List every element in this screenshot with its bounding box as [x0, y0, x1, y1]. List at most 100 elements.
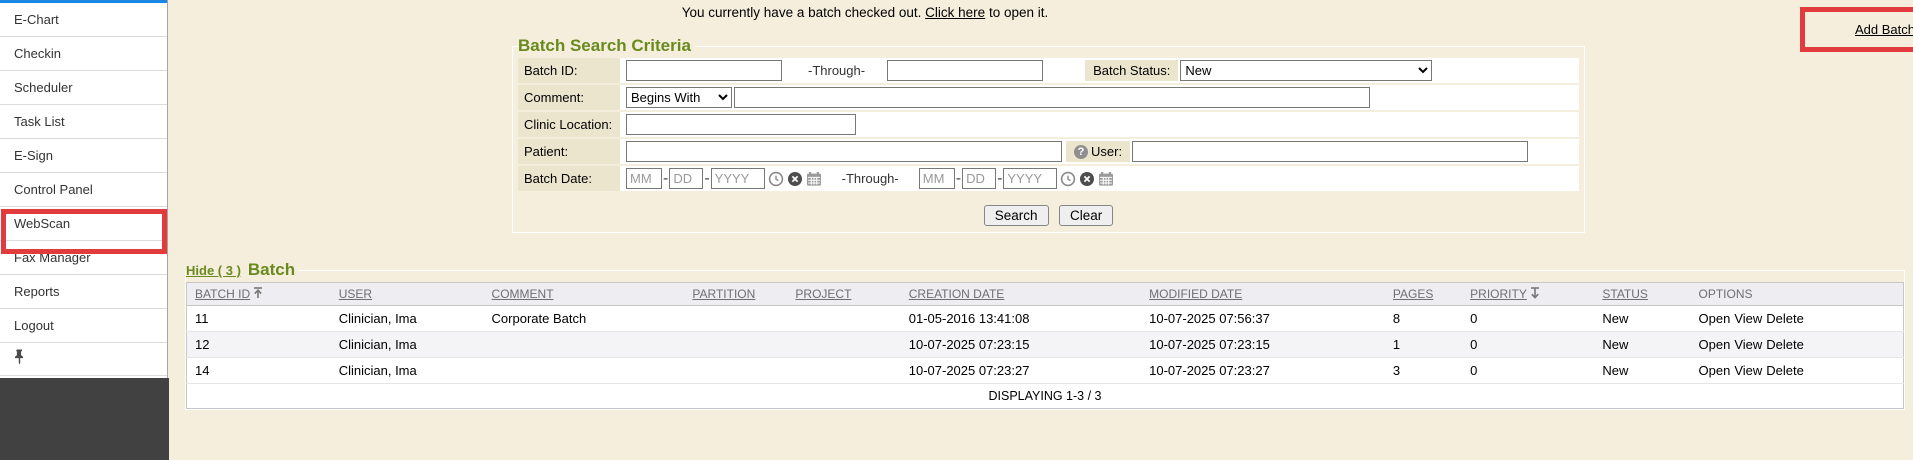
column-header-comment[interactable]: COMMENT: [484, 283, 685, 306]
date-from-mm-input[interactable]: [626, 168, 662, 189]
cell-modified-date: 10-07-2025 07:23:27: [1141, 358, 1385, 384]
cell-project: [787, 306, 900, 332]
batch-id-label: Batch ID:: [518, 58, 620, 83]
sidebar-item-control-panel[interactable]: Control Panel: [0, 173, 167, 207]
cell-batch-id: 14: [187, 358, 331, 384]
hide-link[interactable]: Hide ( 3 ): [186, 263, 241, 278]
patient-input[interactable]: [626, 141, 1062, 162]
batch-status-select[interactable]: New: [1180, 60, 1432, 81]
column-header-project[interactable]: PROJECT: [787, 283, 900, 306]
checkout-open-link[interactable]: Click here: [925, 5, 985, 20]
column-header-priority[interactable]: PRIORITY: [1462, 283, 1594, 306]
batch-date-row: Batch Date: - - -Through- - -: [518, 166, 1579, 191]
delete-option-link[interactable]: Delete: [1766, 311, 1804, 326]
cell-creation-date: 10-07-2025 07:23:27: [901, 358, 1141, 384]
sidebar-item-reports[interactable]: Reports: [0, 275, 167, 309]
sidebar-item-task-list[interactable]: Task List: [0, 105, 167, 139]
view-option-link[interactable]: View: [1734, 311, 1762, 326]
sidebar-item-logout[interactable]: Logout: [0, 309, 167, 343]
batch-status-label: Batch Status:: [1085, 60, 1178, 81]
date-dash: -: [956, 170, 961, 188]
checkout-message-tail: to open it.: [985, 5, 1048, 20]
pin-row[interactable]: [0, 343, 167, 376]
through-label: -Through-: [808, 63, 865, 78]
sidebar-item-e-sign[interactable]: E-Sign: [0, 139, 167, 173]
view-option-link[interactable]: View: [1734, 337, 1762, 352]
cell-project: [787, 332, 900, 358]
help-icon[interactable]: ?: [1074, 145, 1088, 159]
patient-user-row: Patient: ? User:: [518, 139, 1579, 164]
table-footer-text: DISPLAYING 1-3 / 3: [187, 384, 1904, 409]
pushpin-icon[interactable]: [14, 349, 25, 370]
column-header-modified-date[interactable]: MODIFIED DATE: [1141, 283, 1385, 306]
date-dash: -: [704, 170, 709, 188]
cell-status: New: [1594, 358, 1690, 384]
date-from-dd-input[interactable]: [669, 168, 703, 189]
column-header-batch-id[interactable]: BATCH ID: [187, 283, 331, 306]
column-header-status[interactable]: STATUS: [1594, 283, 1690, 306]
comment-input[interactable]: [734, 87, 1370, 108]
batch-list-title: Batch: [248, 260, 295, 280]
clear-button[interactable]: Clear: [1059, 205, 1113, 226]
date-dash: -: [663, 170, 668, 188]
batch-id-from-input[interactable]: [626, 60, 782, 81]
batch-date-label: Batch Date:: [518, 166, 620, 191]
column-header-creation-date[interactable]: CREATION DATE: [901, 283, 1141, 306]
date-from-yyyy-input[interactable]: [711, 168, 765, 189]
date-to-dd-input[interactable]: [962, 168, 996, 189]
sidebar-bottom-filler: [0, 378, 169, 460]
batch-id-to-input[interactable]: [887, 60, 1043, 81]
cell-options: OpenView Delete: [1691, 358, 1904, 384]
delete-option-link[interactable]: Delete: [1766, 363, 1804, 378]
date-to-mm-input[interactable]: [919, 168, 955, 189]
search-button[interactable]: Search: [984, 205, 1049, 226]
cell-project: [787, 358, 900, 384]
column-header-user[interactable]: USER: [331, 283, 484, 306]
add-batch-link[interactable]: Add Batch: [1855, 22, 1913, 37]
sidebar-item-scheduler[interactable]: Scheduler: [0, 71, 167, 105]
cell-pages: 8: [1385, 306, 1462, 332]
sidebar-item-checkin[interactable]: Checkin: [0, 37, 167, 71]
clock-icon[interactable]: [768, 171, 784, 187]
column-header-partition[interactable]: PARTITION: [684, 283, 787, 306]
comment-match-select[interactable]: Begins With: [626, 87, 732, 108]
checkout-message: You currently have a batch checked out. …: [168, 5, 1562, 20]
cell-partition: [684, 306, 787, 332]
sidebar-item-webscan[interactable]: WebScan: [0, 207, 167, 241]
delete-option-link[interactable]: Delete: [1766, 337, 1804, 352]
cell-priority: 0: [1462, 358, 1594, 384]
clear-date-icon[interactable]: [787, 171, 803, 187]
cell-priority: 0: [1462, 332, 1594, 358]
date-to-yyyy-input[interactable]: [1003, 168, 1057, 189]
user-label-cell: ? User:: [1066, 141, 1130, 162]
cell-creation-date: 01-05-2016 13:41:08: [901, 306, 1141, 332]
column-header-pages[interactable]: PAGES: [1385, 283, 1462, 306]
calendar-icon[interactable]: [1098, 171, 1114, 187]
view-option-link[interactable]: View: [1734, 363, 1762, 378]
checkout-message-text: You currently have a batch checked out.: [682, 5, 925, 20]
calendar-icon[interactable]: [806, 171, 822, 187]
cell-status: New: [1594, 332, 1690, 358]
clinic-location-row: Clinic Location:: [518, 112, 1579, 137]
sidebar-item-fax-manager[interactable]: Fax Manager: [0, 241, 167, 275]
open-option-link[interactable]: Open: [1699, 363, 1731, 378]
clinic-location-input[interactable]: [626, 114, 856, 135]
open-option-link[interactable]: Open: [1699, 311, 1731, 326]
cell-comment: [484, 332, 685, 358]
clock-icon[interactable]: [1060, 171, 1076, 187]
table-footer-row: DISPLAYING 1-3 / 3: [187, 384, 1904, 409]
patient-label: Patient:: [518, 139, 620, 164]
clinic-location-label: Clinic Location:: [518, 112, 620, 137]
user-input[interactable]: [1132, 141, 1528, 162]
batch-list-section: Hide ( 3 ) Batch BATCH IDUSERCOMMENTPART…: [185, 260, 1905, 410]
table-row: 14Clinician, Ima10-07-2025 07:23:2710-07…: [187, 358, 1904, 384]
open-option-link[interactable]: Open: [1699, 337, 1731, 352]
add-batch-annotation-box: Add Batch: [1800, 7, 1913, 52]
sidebar-item-e-chart[interactable]: E-Chart: [0, 3, 167, 37]
cell-partition: [684, 332, 787, 358]
clear-date-icon[interactable]: [1079, 171, 1095, 187]
cell-modified-date: 10-07-2025 07:23:15: [1141, 332, 1385, 358]
column-header-options: OPTIONS: [1691, 283, 1904, 306]
cell-options: OpenView Delete: [1691, 306, 1904, 332]
cell-user: Clinician, Ima: [331, 332, 484, 358]
